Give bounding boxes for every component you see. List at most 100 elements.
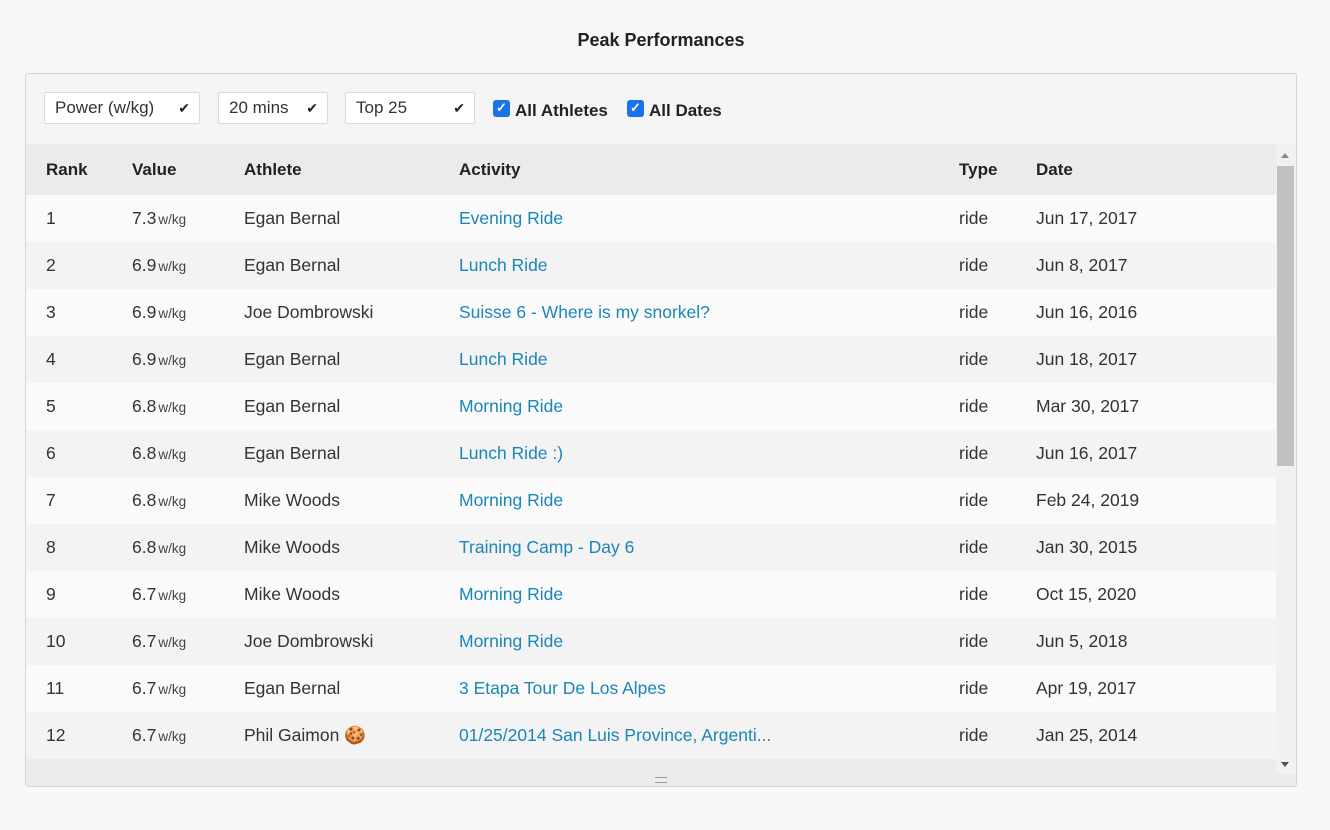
duration-select-value: 20 mins [229,98,289,117]
activity-cell: Morning Ride [459,571,959,618]
all-dates-checkbox[interactable]: ✓ All Dates [627,99,722,122]
rank-cell: 4 [46,349,56,369]
table-row: 8 6.8 w/kg Mike Woods Training Camp - Day 6r… [26,524,1276,571]
type-cell: ride [959,302,989,322]
activity-link[interactable]: Suisse 6 - Where is my snorkel? [459,302,710,322]
activity-link[interactable]: Morning Ride [459,584,563,604]
athlete-cell: Egan Bernal [244,208,341,228]
activity-link[interactable]: Morning Ride [459,396,563,416]
value-cell: 6.9 w/kg [132,336,244,383]
date-cell: Jun 16, 2016 [1036,302,1138,322]
value-unit: w/kg [158,494,187,509]
activity-link[interactable]: 3 Etapa Tour De Los Alpes [459,678,666,698]
column-header-activity[interactable]: Activity [459,144,959,195]
all-athletes-checkbox[interactable]: ✓ All Athletes [493,99,608,122]
athlete-cell: Joe Dombrowski [244,302,374,322]
column-header-type[interactable]: Type [959,144,1036,195]
type-cell: ride [959,631,989,651]
value-unit: w/kg [158,400,187,415]
column-header-rank[interactable]: Rank [26,144,132,195]
activity-link[interactable]: Lunch Ride [459,349,548,369]
type-cell: ride [959,396,989,416]
athlete-cell: Mike Woods [244,537,340,557]
activity-link[interactable]: Morning Ride [459,490,563,510]
type-cell: ride [959,537,989,557]
duration-select[interactable]: 20 mins ✔ [218,92,328,124]
date-cell: Apr 19, 2017 [1036,678,1137,698]
value-unit: w/kg [158,729,187,744]
activity-link[interactable]: Lunch Ride :) [459,443,563,463]
value-unit: w/kg [158,353,187,368]
resize-grip-icon[interactable] [655,777,667,783]
date-cell: Jun 17, 2017 [1036,208,1138,228]
value-number: 7.3 [132,208,157,228]
type-cell: ride [959,255,989,275]
date-cell: Jun 18, 2017 [1036,349,1138,369]
athlete-cell: Egan Bernal [244,443,341,463]
athlete-cell: Mike Woods [244,490,340,510]
scrollbar-thumb[interactable] [1277,166,1294,466]
checkbox-checked-icon[interactable]: ✓ [493,99,510,117]
checkbox-checked-icon[interactable]: ✓ [627,99,644,117]
scroll-up-arrow-icon[interactable] [1281,153,1289,158]
value-cell: 6.8 w/kg [132,430,244,477]
metric-select[interactable]: Power (w/kg) ✔ [44,92,200,124]
activity-cell: Lunch Ride [459,242,959,289]
date-cell: Jun 8, 2017 [1036,255,1128,275]
value-number: 6.8 [132,396,157,416]
date-cell: Jan 25, 2014 [1036,725,1138,745]
value-cell: 6.7 w/kg [132,618,244,665]
value-number: 6.8 [132,490,157,510]
rank-cell: 12 [46,725,66,745]
vertical-scrollbar[interactable] [1276,144,1296,774]
value-cell: 6.7 w/kg [132,571,244,618]
rank-cell: 2 [46,255,56,275]
value-number: 6.9 [132,349,157,369]
value-cell: 6.7 w/kg [132,665,244,712]
chevron-down-icon: ✔ [453,100,465,116]
date-cell: Jun 5, 2018 [1036,631,1128,651]
activity-cell: Morning Ride [459,383,959,430]
table-row: 1 7.3 w/kg Egan Bernal Evening Ride ride Jun 1… [26,195,1276,242]
date-cell: Oct 15, 2020 [1036,584,1137,604]
all-dates-label: All Dates [649,101,722,120]
value-cell: 6.8 w/kg [132,383,244,430]
activity-link[interactable]: Lunch Ride [459,255,548,275]
date-cell: Feb 24, 2019 [1036,490,1140,510]
type-cell: ride [959,443,989,463]
value-unit: w/kg [158,588,187,603]
value-cell: 6.9 w/kg [132,289,244,336]
rank-cell: 5 [46,396,56,416]
value-unit: w/kg [158,682,187,697]
activity-cell: Morning Ride [459,618,959,665]
activity-link[interactable]: Training Camp - Day 6 [459,537,634,557]
rank-cell: 10 [46,631,66,651]
value-unit: w/kg [158,635,187,650]
limit-select-value: Top 25 [356,98,408,117]
table-row: 7 6.8 w/kg Mike Woods Morning Ride ride Feb 24… [26,477,1276,524]
value-unit: w/kg [158,306,187,321]
activity-cell: Evening Ride [459,195,959,242]
activity-link[interactable]: 01/25/2014 San Luis Province, Argenti... [459,725,771,745]
date-cell: Jun 16, 2017 [1036,443,1138,463]
column-header-value[interactable]: Value [132,144,244,195]
rank-cell: 7 [46,490,56,510]
limit-select[interactable]: Top 25 ✔ [345,92,475,124]
value-number: 6.8 [132,537,157,557]
activity-link[interactable]: Evening Ride [459,208,563,228]
activity-cell: 01/25/2014 San Luis Province, Argenti... [459,712,959,759]
column-header-athlete[interactable]: Athlete [244,144,459,195]
scroll-down-arrow-icon[interactable] [1281,762,1289,767]
column-header-date[interactable]: Date [1036,144,1276,195]
athlete-cell: Joe Dombrowski [244,631,374,651]
value-cell: 6.9 w/kg [132,242,244,289]
table-row: 12 6.7 w/kg Phil Gaimon 🍪 01/25/2014 San Lui… [26,712,1276,759]
athlete-cell: Egan Bernal [244,678,341,698]
table-row: 6 6.8 w/kg Egan Bernal Lunch Ride :) ride Jun … [26,430,1276,477]
rank-cell: 11 [46,678,65,698]
activity-link[interactable]: Morning Ride [459,631,563,651]
results-table-container: Rank Value Athlete Activity Type Date 1 7… [26,144,1276,774]
activity-cell: Training Camp - Day 6 [459,524,959,571]
page-title: Peak Performances [577,30,745,50]
table-row: 2 6.9 w/kg Egan Bernal Lunch Ride ride Jun 8, … [26,242,1276,289]
